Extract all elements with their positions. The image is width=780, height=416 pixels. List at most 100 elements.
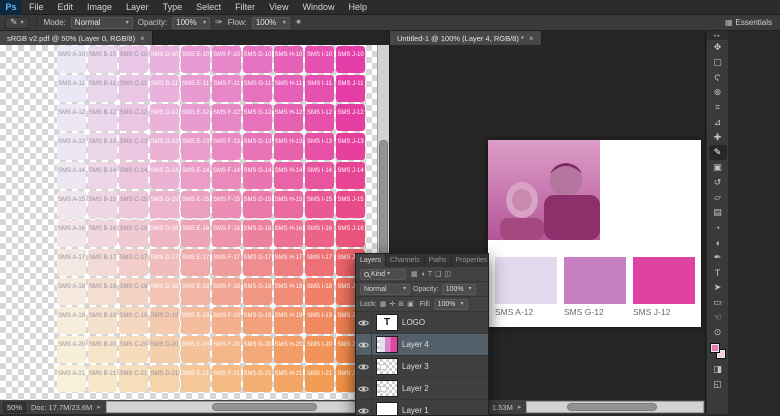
filter-icon-4[interactable]: ◫ [444, 271, 451, 278]
opacity-input[interactable]: 100% ▾ [172, 17, 210, 29]
workspace-grid-icon: ▦ [725, 18, 733, 27]
swatch-label: SMS B-20 [89, 342, 116, 348]
hand-tool[interactable]: ☜ [709, 310, 727, 325]
filter-kind-select[interactable]: Kind ▾ [360, 269, 406, 280]
menu-file[interactable]: File [22, 2, 51, 12]
filter-icon-2[interactable]: T [428, 271, 432, 278]
filter-icon-3[interactable]: ❑ [435, 271, 441, 278]
lock-icon-3[interactable]: ▣ [407, 301, 414, 308]
visibility-toggle[interactable] [356, 334, 372, 355]
layer-row-layer-2[interactable]: Layer 2 [356, 378, 488, 400]
path-selection-tool[interactable]: ➤ [709, 280, 727, 295]
pen-tool[interactable]: ✒ [709, 250, 727, 265]
lock-icon-0[interactable]: ▦ [380, 301, 387, 308]
move-tool[interactable]: ✥ [709, 40, 727, 55]
canvas-left[interactable]: SMS A-10SMS B-10SMS C-10SMS D-10SMS E-10… [0, 45, 389, 400]
visibility-toggle[interactable] [356, 356, 372, 377]
filter-icon-1[interactable]: ◑ [421, 271, 425, 278]
panel-tab-layers[interactable]: Layers [356, 254, 386, 267]
dodge-tool[interactable]: ◖ [709, 235, 727, 250]
swatch-label: SMS I-13 [307, 139, 332, 145]
layer-row-layer-1[interactable]: Layer 1 [356, 400, 488, 416]
flow-input[interactable]: 100% ▾ [252, 17, 290, 29]
swatch-cell: SMS E-17 [181, 249, 210, 276]
blend-mode-select[interactable]: Normal ▾ [71, 17, 133, 29]
lasso-tool[interactable]: Ϛ [709, 70, 727, 85]
eyedropper-tool[interactable]: ⊿ [709, 115, 727, 130]
layer-opacity-input[interactable]: 100% ▾ [442, 284, 476, 295]
foreground-color-swatch[interactable] [710, 343, 720, 353]
swatch-label: SMS I-11 [307, 81, 332, 87]
panel-tab-channels[interactable]: Channels [386, 254, 425, 267]
screen-mode-button[interactable]: ◱ [709, 377, 727, 392]
menu-type[interactable]: Type [156, 2, 190, 12]
lock-fill-row: Lock: ▦✛⊞▣ Fill: 100% ▾ [356, 297, 488, 312]
document-tab-srgb[interactable]: sRGB v2.pdf @ 50% (Layer 0, RGB/8) × [0, 31, 153, 45]
menu-filter[interactable]: Filter [228, 2, 262, 12]
horizontal-scrollbar[interactable] [526, 401, 704, 413]
layer-blend-mode-select[interactable]: Normal ▾ [360, 284, 410, 295]
visibility-toggle[interactable] [356, 312, 372, 333]
quick-selection-tool[interactable]: ⊛ [709, 85, 727, 100]
clone-stamp-tool[interactable]: ▣ [709, 160, 727, 175]
zoom-level-field[interactable]: 50% [3, 402, 26, 413]
brush-preset-picker[interactable]: ✎ ▾ [5, 17, 29, 29]
collapse-panel-icon[interactable]: ▸▸ [707, 31, 728, 40]
marquee-tool[interactable]: ▢ [709, 55, 727, 70]
swatch-cell: SMS D-19 [150, 307, 179, 334]
menu-items: FileEditImageLayerTypeSelectFilterViewWi… [22, 2, 374, 12]
shape-tool[interactable]: ▭ [709, 295, 727, 310]
swatch-label: SMS G-18 [243, 284, 271, 290]
visibility-toggle[interactable] [356, 378, 372, 399]
pressure-opacity-icon[interactable]: ✑ [215, 18, 223, 27]
status-arrow-icon[interactable]: ▸ [97, 403, 101, 411]
horizontal-scrollbar[interactable] [106, 401, 388, 413]
close-tab-icon[interactable]: × [529, 34, 534, 43]
eraser-tool[interactable]: ▱ [709, 190, 727, 205]
swatch-cell: SMS D-14 [150, 162, 179, 189]
status-arrow-icon[interactable]: ▸ [518, 403, 522, 411]
quick-mask-button[interactable]: ◨ [709, 362, 727, 377]
visibility-toggle[interactable] [356, 400, 372, 416]
document-tab-untitled[interactable]: Untitled-1 @ 100% (Layer 4, RGB/8) * × [390, 31, 542, 45]
panel-tab-paths[interactable]: Paths [425, 254, 452, 267]
type-tool[interactable]: T [709, 265, 727, 280]
horizontal-scrollbar-thumb[interactable] [212, 403, 317, 411]
lock-icon-1[interactable]: ✛ [389, 301, 395, 308]
layer-row-layer-3[interactable]: Layer 3 [356, 356, 488, 378]
gradient-tool[interactable]: ▤ [709, 205, 727, 220]
photo-image [488, 140, 600, 240]
brush-tool[interactable]: ✎ [709, 145, 727, 160]
swatch-label: SMS D-17 [151, 255, 179, 261]
menu-image[interactable]: Image [80, 2, 119, 12]
menu-view[interactable]: View [262, 2, 295, 12]
swatch-cell: SMS F-12 [212, 104, 241, 131]
healing-brush-tool[interactable]: ✚ [709, 130, 727, 145]
chevron-down-icon: ▾ [203, 20, 206, 26]
menu-edit[interactable]: Edit [51, 2, 81, 12]
layer-thumbnail [376, 358, 398, 375]
layer-fill-input[interactable]: 100% ▾ [434, 299, 468, 310]
menu-help[interactable]: Help [341, 2, 374, 12]
zoom-tool[interactable]: ⊙ [709, 325, 727, 340]
lock-icon-2[interactable]: ⊞ [398, 301, 404, 308]
filter-icon-0[interactable]: ▦ [411, 271, 418, 278]
horizontal-scrollbar-thumb[interactable] [567, 403, 657, 411]
blur-tool[interactable]: ◔ [709, 220, 727, 235]
menu-window[interactable]: Window [295, 2, 341, 12]
panel-tab-properties[interactable]: Properties [452, 254, 490, 267]
close-tab-icon[interactable]: × [140, 34, 145, 43]
swatch-label: SMS G-14 [243, 168, 271, 174]
opacity-label: Opacity: [138, 18, 167, 27]
swatch-cell: SMS B-13 [88, 133, 117, 160]
crop-tool[interactable]: ⌗ [709, 100, 727, 115]
menu-select[interactable]: Select [189, 2, 228, 12]
menu-layer[interactable]: Layer [119, 2, 156, 12]
swatch-cell: SMS E-21 [181, 365, 210, 392]
airbrush-icon[interactable]: ✴ [295, 18, 303, 27]
history-brush-tool[interactable]: ↺ [709, 175, 727, 190]
workspace-switcher[interactable]: ▦ Essentials [725, 18, 775, 27]
vertical-scrollbar-thumb[interactable] [379, 140, 388, 265]
layer-row-layer-4[interactable]: Layer 4 [356, 334, 488, 356]
layer-row-logo[interactable]: TLOGO [356, 312, 488, 334]
